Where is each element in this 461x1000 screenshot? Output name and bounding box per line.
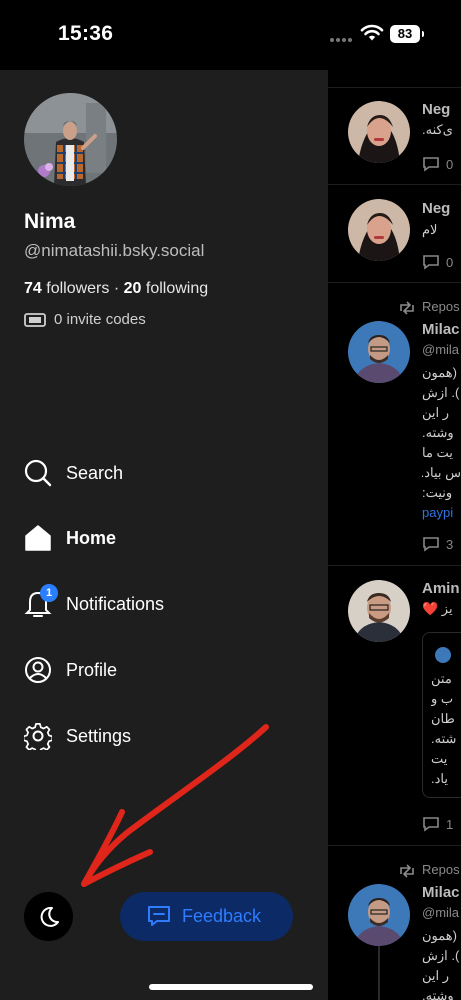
annotation-arrow-icon bbox=[81, 724, 269, 887]
home-indicator[interactable] bbox=[149, 984, 313, 990]
